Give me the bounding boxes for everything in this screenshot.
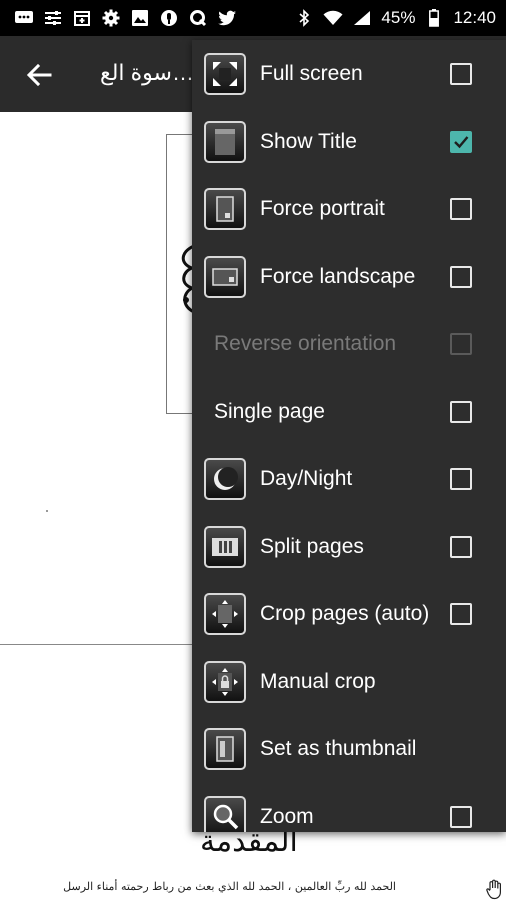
force-landscape-checkbox[interactable] [450,265,472,288]
zoom-icon [204,795,246,832]
thumbnail-icon [204,728,246,770]
show-title-checkbox[interactable] [450,130,472,153]
full-screen-checkbox[interactable] [450,63,472,85]
crop-pages-auto-checkbox[interactable] [450,603,472,625]
menu-item-force-portrait[interactable]: Force portrait [192,175,506,243]
menu-item-zoom[interactable]: Zoom [192,783,506,832]
menu-item-split-pages[interactable]: Split pages [192,513,506,581]
menu-item-full-screen[interactable]: Full screen [192,40,506,108]
day-night-checkbox[interactable] [450,468,472,490]
menu-item-manual-crop[interactable]: Manual crop [192,648,506,716]
menu-item-label: Zoom [260,804,314,828]
menu-item-single-page[interactable]: Single page [192,378,506,446]
moon-icon [204,458,246,500]
menu-item-label: Force portrait [260,197,385,220]
signal-icon [352,9,372,27]
landscape-icon [204,255,246,298]
menu-item-reverse-orientation: Reverse orientation [192,310,506,378]
checkmark-icon [454,135,469,148]
menu-item-label: Set as thumbnail [260,737,417,760]
single-page-checkbox[interactable] [450,400,472,423]
fullscreen-icon [204,53,246,95]
crop-auto-icon [204,593,246,635]
zoom-checkbox[interactable] [450,805,472,828]
title-icon [204,120,246,163]
manual-crop-icon [204,660,246,703]
battery-percent: 45% [381,8,416,27]
menu-item-crop-pages-auto[interactable]: Crop pages (auto) [192,580,506,648]
sliders-icon [43,9,63,27]
portrait-icon [204,188,246,230]
menu-item-show-title[interactable]: Show Title [192,108,506,176]
menu-item-label: Force landscape [260,264,416,288]
menu-item-day-night[interactable]: Day/Night [192,445,506,513]
message-icon [14,9,34,27]
options-menu: Full screen Show Title Force portrait Fo… [192,40,506,832]
menu-item-label: Reverse orientation [214,332,397,355]
page-speck [46,510,48,512]
document-title: …سوة الع [100,60,194,85]
force-portrait-checkbox[interactable] [450,198,472,220]
split-pages-checkbox[interactable] [450,535,472,558]
back-button[interactable] [22,58,56,92]
arrow-left-icon [26,63,52,87]
bluetooth-icon [294,9,314,27]
menu-item-label: Manual crop [260,669,376,693]
menu-item-force-landscape[interactable]: Force landscape [192,243,506,311]
hand-tool-icon[interactable] [484,878,506,900]
image-icon [130,9,150,27]
wifi-icon [323,9,343,27]
menu-item-set-as-thumbnail[interactable]: Set as thumbnail [192,715,506,783]
clock: 12:40 [453,8,496,27]
menu-item-label: Full screen [260,62,363,85]
status-bar: 45% 12:40 [0,0,506,36]
reverse-orientation-checkbox [450,333,472,355]
podcast-icon [159,9,179,27]
menu-item-label: Day/Night [260,467,353,490]
notification-icons [14,9,237,27]
menu-item-label: Split pages [260,534,364,558]
q-icon [188,9,208,27]
menu-item-label: Crop pages (auto) [260,602,430,625]
page-text-line: الحمد لله ربِّ العالمين ، الحمد لله الذي… [63,880,396,893]
split-pages-icon [204,525,246,568]
system-icons: 45% 12:40 [294,8,496,28]
twitter-icon [217,9,237,27]
menu-item-label: Show Title [260,129,357,153]
settings-icon [101,9,121,27]
calendar-icon [72,9,92,27]
menu-item-label: Single page [214,399,325,423]
battery-icon [424,9,444,27]
